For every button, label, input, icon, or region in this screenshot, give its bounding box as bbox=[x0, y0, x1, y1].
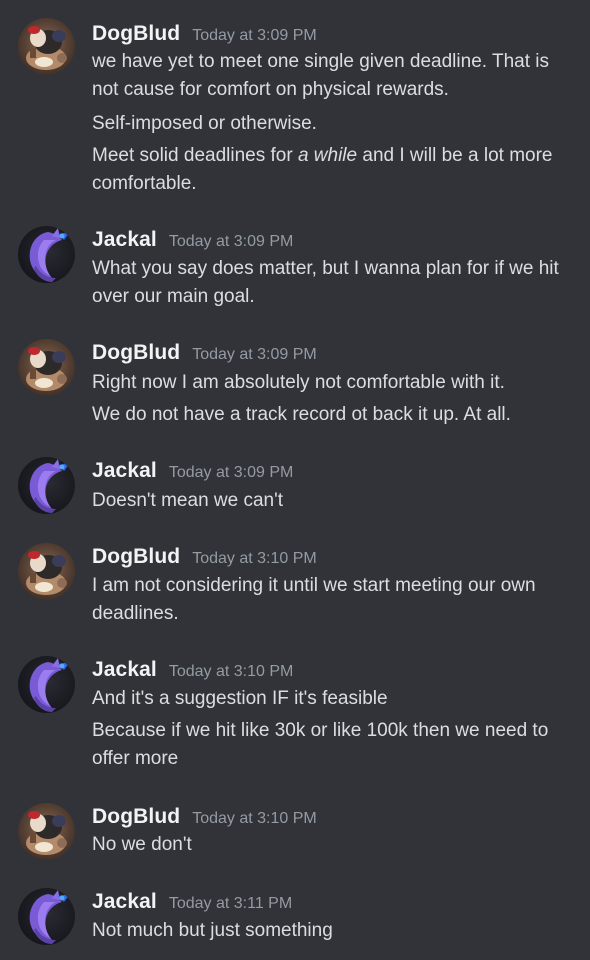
timestamp[interactable]: Today at 3:09 PM bbox=[192, 27, 317, 44]
message-text: Meet solid deadlines for a while and I w… bbox=[92, 142, 572, 198]
message-text: We do not have a track record ot back it… bbox=[92, 404, 511, 425]
message-header: Jackal Today at 3:09 PM bbox=[92, 228, 293, 258]
message-text: Not much but just something bbox=[92, 920, 333, 941]
message-text: And it's a suggestion IF it's feasible bbox=[92, 688, 388, 709]
timestamp[interactable]: Today at 3:09 PM bbox=[192, 346, 317, 363]
timestamp[interactable]: Today at 3:09 PM bbox=[169, 464, 294, 481]
message-text: I am not considering it until we start m… bbox=[92, 575, 536, 624]
dogblud-avatar-icon[interactable] bbox=[18, 18, 75, 75]
timestamp[interactable]: Today at 3:09 PM bbox=[169, 233, 294, 250]
jackal-avatar-icon[interactable] bbox=[18, 888, 75, 945]
timestamp[interactable]: Today at 3:10 PM bbox=[192, 550, 317, 567]
username[interactable]: Jackal bbox=[92, 228, 157, 251]
message-header: DogBlud Today at 3:10 PM bbox=[92, 545, 317, 575]
dogblud-avatar-icon[interactable] bbox=[18, 803, 75, 860]
username[interactable]: DogBlud bbox=[92, 22, 180, 45]
message-header: Jackal Today at 3:09 PM bbox=[92, 459, 293, 489]
timestamp[interactable]: Today at 3:10 PM bbox=[169, 663, 294, 680]
message-text-part: Meet solid deadlines for bbox=[92, 145, 298, 166]
username[interactable]: DogBlud bbox=[92, 341, 180, 364]
message-text: Self-imposed or otherwise. bbox=[92, 113, 317, 134]
dogblud-avatar-icon[interactable] bbox=[18, 543, 75, 600]
jackal-avatar-icon[interactable] bbox=[18, 457, 75, 514]
message-text: What you say does matter, but I wanna pl… bbox=[92, 258, 559, 307]
message-text: Because if we hit like 30k or like 100k … bbox=[92, 720, 549, 769]
message-header: Jackal Today at 3:11 PM bbox=[92, 890, 292, 920]
message-text: we have yet to meet one single given dea… bbox=[92, 51, 549, 100]
username[interactable]: Jackal bbox=[92, 890, 157, 913]
username[interactable]: Jackal bbox=[92, 459, 157, 482]
timestamp[interactable]: Today at 3:11 PM bbox=[169, 895, 292, 912]
timestamp[interactable]: Today at 3:10 PM bbox=[192, 810, 317, 827]
username[interactable]: DogBlud bbox=[92, 805, 180, 828]
username[interactable]: DogBlud bbox=[92, 545, 180, 568]
message-text: No we don't bbox=[92, 834, 192, 855]
username[interactable]: Jackal bbox=[92, 658, 157, 681]
dogblud-avatar-icon[interactable] bbox=[18, 339, 75, 396]
message-header: Jackal Today at 3:10 PM bbox=[92, 658, 293, 688]
message-header: DogBlud Today at 3:09 PM bbox=[92, 341, 317, 371]
message-text: Doesn't mean we can't bbox=[92, 490, 284, 511]
jackal-avatar-icon[interactable] bbox=[18, 656, 75, 713]
italic-text: a while bbox=[297, 145, 358, 166]
message-text: Right now I am absolutely not comfortabl… bbox=[92, 372, 505, 393]
jackal-avatar-icon[interactable] bbox=[18, 226, 75, 283]
